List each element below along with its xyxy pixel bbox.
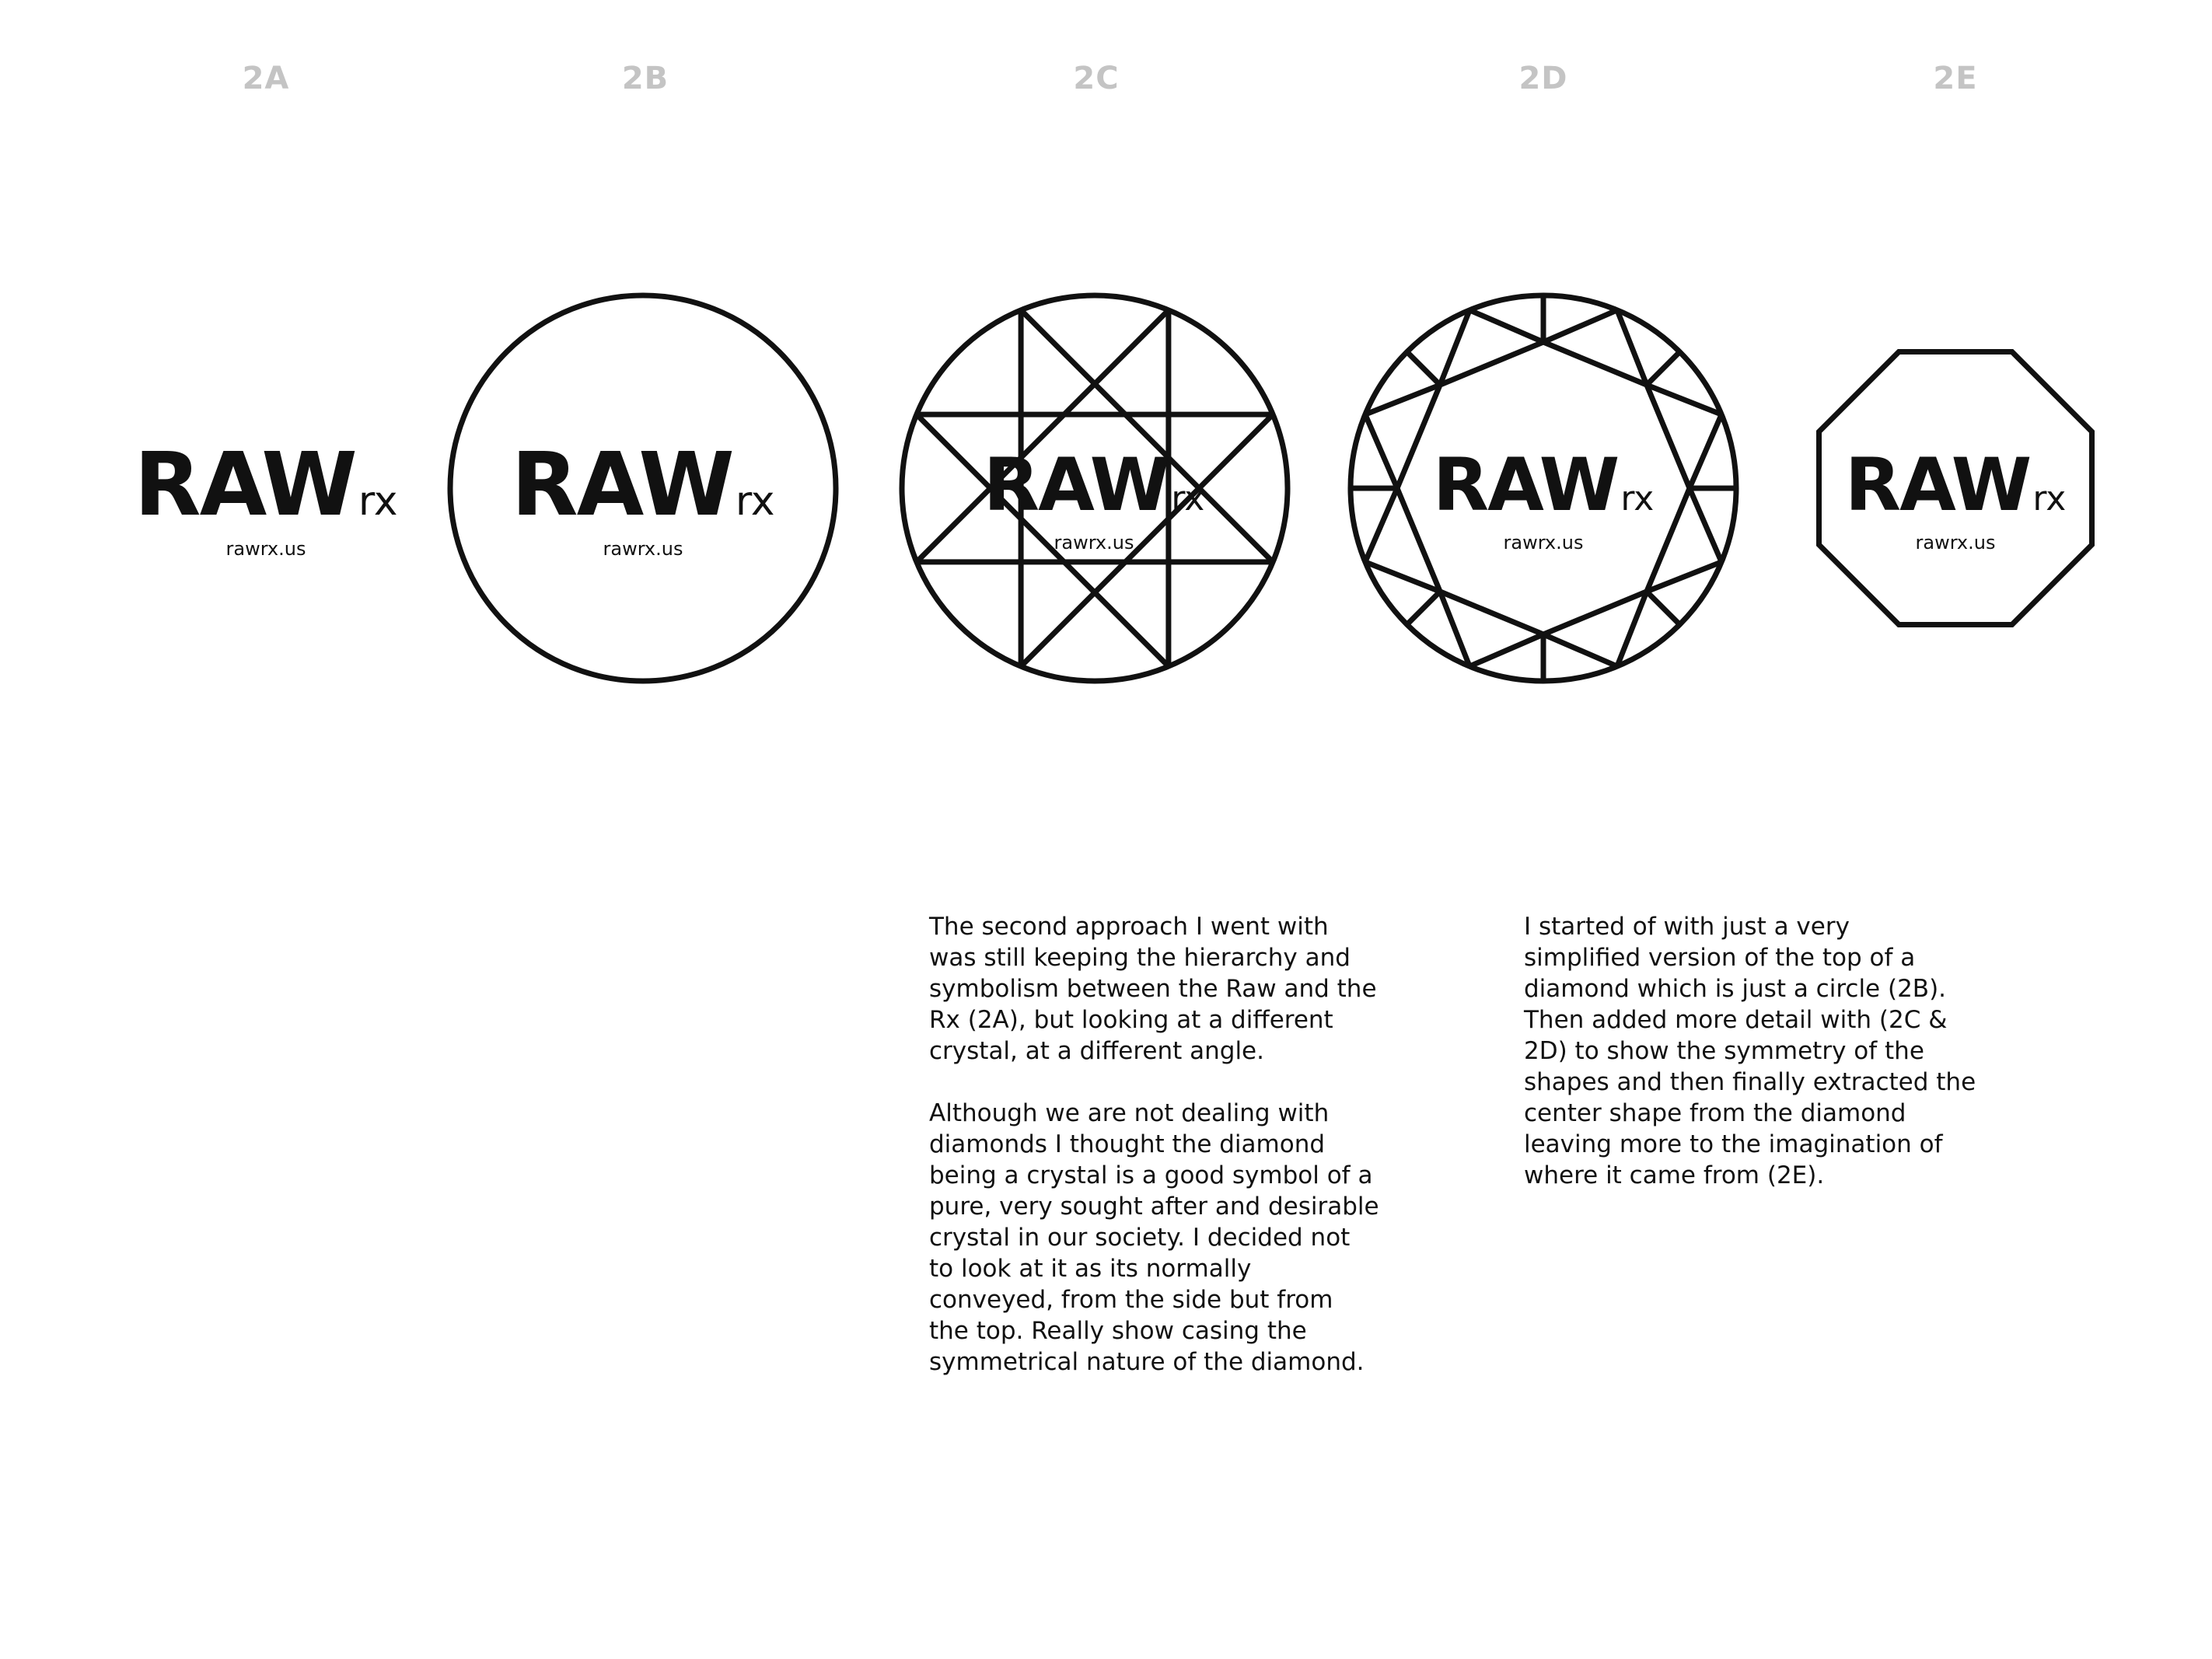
logo-frames [447, 292, 2095, 684]
wordmark-raw: RAW [983, 443, 1171, 528]
wordmark-2a: RAWrx rawrx.us [110, 442, 421, 560]
wordmark-rx: rx [358, 478, 398, 525]
wordmark-rx: rx [1620, 479, 1655, 519]
text-column-right: I started of with just a very simplified… [1524, 911, 2022, 1222]
wordmark-rx: rx [735, 478, 775, 525]
diamond-facet-line [1542, 631, 1619, 669]
wordmark-raw: RAW [134, 435, 357, 536]
diamond-facet-line [1405, 350, 1442, 387]
wordmark-url: rawrx.us [1054, 532, 1134, 554]
wordmark-raw: RAW [1844, 443, 2032, 528]
wordmark-raw: RAW [1432, 443, 1620, 528]
wordmark-rx: rx [1171, 479, 1205, 519]
wordmark-url: rawrx.us [225, 538, 306, 560]
text-column-left: The second approach I went with was stil… [929, 911, 1427, 1409]
wordmark-2c: RAWrx rawrx.us [938, 449, 1249, 554]
wordmark-url: rawrx.us [1915, 532, 1996, 554]
wordmark-2b: RAWrx rawrx.us [487, 442, 798, 560]
paragraph: I started of with just a very simplified… [1524, 913, 1976, 1189]
diamond-facet-line [1468, 307, 1545, 345]
diamond-facet-line [1644, 589, 1682, 627]
diamond-facet-line [1468, 631, 1545, 669]
wordmark-2e: RAWrx rawrx.us [1800, 449, 2111, 554]
paragraph: The second approach I went with was stil… [929, 913, 1377, 1065]
paragraph: Although we are not dealing with diamond… [929, 1099, 1379, 1376]
diamond-facet-line [1542, 307, 1619, 345]
wordmark-rx: rx [2032, 479, 2067, 519]
diamond-facet-line [1405, 589, 1442, 627]
wordmark-raw: RAW [511, 435, 734, 536]
wordmark-url: rawrx.us [603, 538, 683, 560]
wordmark-url: rawrx.us [1503, 532, 1584, 554]
wordmark-2d: RAWrx rawrx.us [1388, 449, 1699, 554]
diamond-facet-line [1644, 350, 1682, 387]
